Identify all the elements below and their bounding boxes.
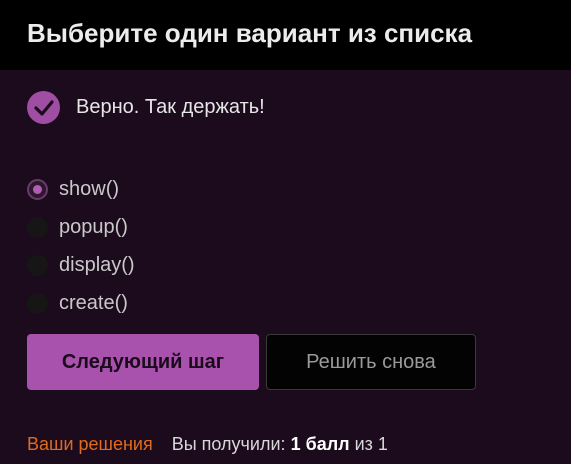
- radio-button[interactable]: [27, 216, 48, 238]
- option-display[interactable]: display(): [27, 246, 135, 284]
- score-prefix: Вы получили:: [171, 434, 286, 454]
- option-label: display(): [59, 253, 135, 276]
- radio-dot: [33, 184, 42, 194]
- score-text: Вы получили: 1 балл из 1: [172, 434, 388, 455]
- option-create[interactable]: create(): [27, 284, 135, 322]
- solve-again-button[interactable]: Решить снова: [266, 334, 476, 390]
- feedback-text: Верно. Так держать!: [76, 96, 265, 118]
- option-label: popup(): [59, 215, 128, 238]
- options-list: show() popup() display() create(): [27, 170, 135, 322]
- footer: Ваши решения Вы получили: 1 балл из 1: [27, 434, 388, 455]
- next-step-button[interactable]: Следующий шаг: [27, 334, 259, 390]
- radio-button[interactable]: [27, 254, 48, 276]
- your-solutions-link[interactable]: Ваши решения: [27, 434, 153, 455]
- option-show[interactable]: show(): [27, 170, 135, 208]
- radio-button-selected[interactable]: [27, 178, 48, 200]
- score-value: 1 балл: [290, 434, 350, 454]
- radio-button[interactable]: [27, 292, 48, 314]
- score-suffix: из 1: [354, 434, 388, 454]
- option-label: create(): [59, 291, 128, 314]
- feedback-banner: Верно. Так держать!: [27, 91, 265, 124]
- option-popup[interactable]: popup(): [27, 208, 135, 246]
- option-label: show(): [59, 177, 120, 200]
- check-circle-icon: [27, 91, 60, 124]
- page-title: Выберите один вариант из списка: [0, 0, 571, 70]
